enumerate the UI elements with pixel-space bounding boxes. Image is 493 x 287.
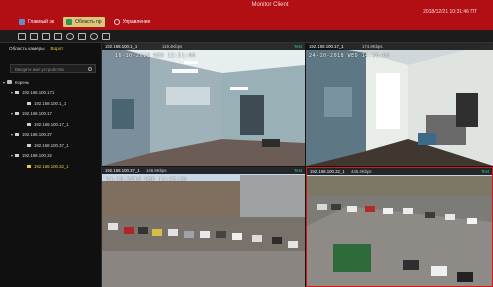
toolbar — [0, 30, 493, 43]
camera-icon — [27, 101, 31, 105]
tree-label: 192.168.100.37_1 — [34, 142, 69, 148]
record-icon[interactable] — [54, 33, 62, 40]
folder-icon — [7, 80, 12, 85]
tree-label: 192.168.100.32_1 — [34, 163, 69, 169]
tab-management[interactable]: Управление — [111, 17, 154, 27]
tree-item[interactable]: 192.168.100.37_1 — [0, 140, 102, 151]
tab-camera-area[interactable]: Область камеры — [9, 46, 45, 51]
view-icon — [66, 19, 73, 25]
tree-item[interactable]: ▾ 192.168.100.32 — [0, 151, 102, 162]
snapshot-icon[interactable] — [66, 33, 74, 40]
tab-main-screen[interactable]: Главный эк — [16, 17, 57, 27]
window-title: Monitor Client — [251, 2, 289, 8]
fullscreen-icon[interactable] — [102, 33, 110, 40]
playback-icon[interactable] — [78, 33, 86, 40]
device-tree: ▾ Корень ▾ 192.168.100.171 192.168.100.1… — [0, 77, 102, 172]
stop-icon[interactable] — [90, 33, 98, 40]
device-icon — [15, 154, 19, 158]
tree-label: 192.168.100.171 — [22, 90, 55, 96]
camera-name: 192.168.100.32_1 — [310, 169, 345, 174]
tab-label: Область пр — [75, 19, 102, 25]
tab-label: Управление — [122, 19, 151, 25]
panel-caption: 192.168.100.32_1 446.4Kbps Test — [307, 168, 492, 175]
device-icon — [15, 133, 19, 137]
bitrate: 446.4Kbps — [351, 169, 372, 174]
status-tag: Test — [294, 168, 302, 173]
camera-icon — [27, 143, 31, 147]
camera-icon — [27, 164, 31, 168]
datetime: 2018/12/21 10:31:46 ПТ — [423, 9, 477, 15]
camera-name: 192.168.100.37_1 — [105, 168, 140, 173]
tree-item[interactable]: 192.168.100.1_1 — [0, 98, 102, 109]
tree-item-selected[interactable]: 192.168.100.32_1 — [0, 161, 102, 172]
bitrate: 174.9Kbps — [362, 44, 383, 49]
tree-label: 192.168.100.32 — [22, 153, 52, 159]
status-tag: Test — [294, 44, 302, 49]
layout-9-icon[interactable] — [42, 33, 50, 40]
osd-timestamp: 24-10-2018 WED 14:46:00 — [309, 53, 390, 59]
panel-caption: 192.168.100.17_1 174.9Kbps — [306, 43, 493, 50]
layout-1-icon[interactable] — [18, 33, 26, 40]
tree-item[interactable]: ▾ 192.168.100.17 — [0, 109, 102, 120]
tree-label: 192.168.100.17 — [22, 111, 52, 117]
tree-item[interactable]: 192.168.100.17_1 — [0, 119, 102, 130]
osd-timestamp: 24-10-2018 WED 14:45:30 — [106, 177, 187, 183]
video-panel-1[interactable]: 192.168.100.1_1 119.4Kbps Test 16-10-201… — [102, 43, 305, 166]
layout-4-icon[interactable] — [30, 33, 38, 40]
camera-name: 192.168.100.1_1 — [105, 44, 138, 49]
home-icon — [19, 19, 25, 25]
tab-view-area[interactable]: Область пр — [63, 17, 105, 27]
tree-item[interactable]: ▾ Корень — [0, 77, 102, 88]
video-feed-image — [307, 168, 492, 286]
search-placeholder: Введите имя устройства — [15, 66, 64, 72]
tree-label: 192.168.100.17_1 — [34, 121, 69, 127]
video-panel-3[interactable]: 192.168.100.37_1 146.5Kbps Test 24-10-20… — [102, 167, 305, 287]
sidebar-tabs: Область камеры Ворот — [0, 43, 101, 54]
device-sidebar: Область камеры Ворот Введите имя устройс… — [0, 43, 102, 287]
panel-caption: 192.168.100.1_1 119.4Kbps Test — [102, 43, 305, 50]
panel-caption: 192.168.100.37_1 146.5Kbps Test — [102, 167, 305, 174]
tab-label: Главный эк — [28, 19, 55, 25]
osd-timestamp: 16-10-2018 WED 12:51:08 — [115, 53, 196, 59]
title-bar: Monitor Client 2018/12/21 10:31:46 ПТ Гл… — [0, 0, 493, 30]
video-feed-image — [102, 167, 305, 287]
tab-favorites[interactable]: Ворот — [51, 46, 64, 51]
video-panel-4-selected[interactable]: 192.168.100.32_1 446.4Kbps Test — [306, 167, 493, 287]
tree-item[interactable]: ▾ 192.168.100.171 — [0, 88, 102, 99]
camera-name: 192.168.100.17_1 — [309, 44, 344, 49]
bitrate: 119.4Kbps — [162, 44, 183, 49]
tab-bar: Главный эк Область пр Управление — [16, 17, 153, 27]
video-feed-image — [306, 43, 493, 166]
camera-icon — [27, 122, 31, 126]
search-icon[interactable] — [88, 67, 92, 71]
tree-label: 192.168.100.1_1 — [34, 100, 67, 106]
device-icon — [15, 112, 19, 116]
device-icon — [15, 91, 19, 95]
search-input[interactable]: Введите имя устройства — [10, 64, 96, 73]
gear-icon — [113, 19, 120, 25]
bitrate: 146.5Kbps — [146, 168, 167, 173]
video-feed-image — [102, 43, 305, 166]
video-panel-2[interactable]: 192.168.100.17_1 174.9Kbps 24-10-2018 WE… — [306, 43, 493, 166]
tree-label: 192.168.100.37 — [22, 132, 52, 138]
tree-label: Корень — [15, 79, 30, 85]
status-tag: Test — [481, 169, 489, 174]
tree-item[interactable]: ▾ 192.168.100.37 — [0, 130, 102, 141]
